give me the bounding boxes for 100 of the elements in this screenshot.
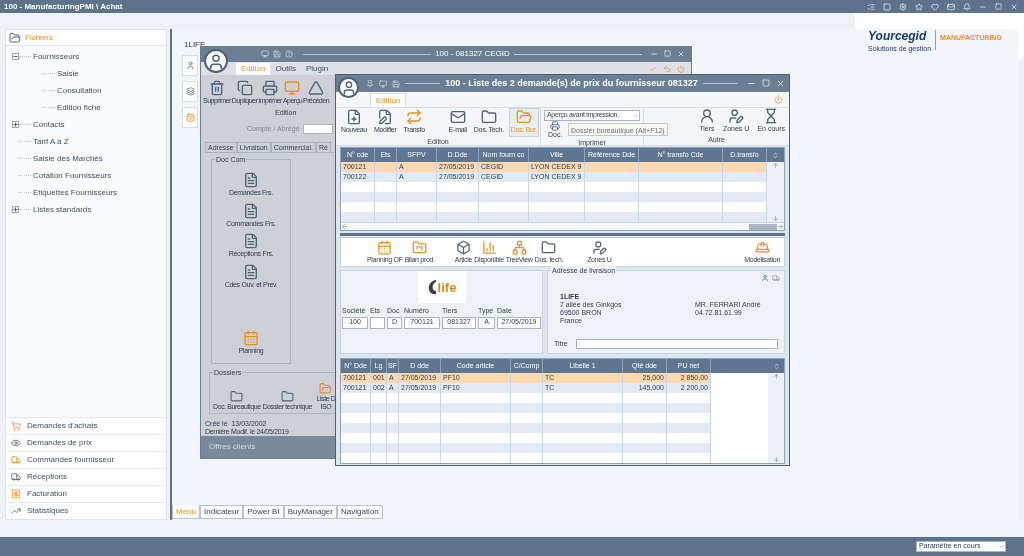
scroll-down-icon [772,215,779,222]
edit-file-icon [377,109,394,125]
bar-chart-icon [481,239,497,255]
document-icon [243,202,259,219]
dropdown-icon [632,112,639,119]
truck-icon [11,472,21,482]
star-icon [915,2,923,11]
module-item[interactable]: Facturation [6,485,166,502]
tab[interactable]: Navigation [337,505,383,519]
scrollbar-thumb[interactable] [749,223,777,230]
column-chooser-icon [772,151,779,159]
tab[interactable]: Indicateur [200,505,244,519]
box-icon [455,239,471,255]
module-item[interactable]: Demandes d'achats [6,417,166,434]
side-tile[interactable] [182,107,198,128]
expand-icon[interactable] [12,121,19,128]
vertical-scrollbar[interactable] [767,162,784,222]
tree-item[interactable]: Tarif A à Z [33,135,69,148]
tree-item[interactable]: Contacts [33,118,65,131]
printer-icon [262,80,279,97]
calendar-icon [377,239,393,255]
triangle-icon [308,80,325,97]
tab[interactable]: Outils [270,62,301,75]
folder-open-icon [515,109,532,125]
folder-icon [541,239,557,255]
collapse-icon[interactable] [12,53,19,60]
input-field[interactable] [370,316,385,329]
tab[interactable]: BuyManager [283,505,337,519]
scroll-left-icon [341,223,348,230]
folder-icon [412,239,428,255]
tree-item[interactable]: Saisie [57,67,79,80]
tree-item[interactable]: Cotation Fournisseurs [33,169,112,182]
check-icon [649,64,657,73]
close-icon [1010,2,1018,11]
user-edit-icon [591,239,607,255]
expand-icon[interactable] [12,206,19,213]
module-item[interactable]: Demandes de prix [6,434,166,451]
worker-icon [754,239,770,255]
eye-icon [11,438,21,448]
tree-item[interactable]: Consultation [57,84,102,97]
folder-icon [230,390,244,404]
trash-icon [208,80,225,97]
loop-icon [406,109,423,125]
checklist-icon [867,2,875,11]
cart-icon [11,421,21,431]
person-icon [185,61,195,70]
input-field[interactable] [302,124,333,135]
close-icon [776,79,785,88]
truck-icon [772,274,780,282]
column-chooser-icon [772,362,780,370]
module-item[interactable]: Statistiques [6,502,166,519]
document-icon [243,233,259,250]
brand-name: Yourcegid [868,30,928,42]
settings-icon [899,2,907,11]
tab[interactable]: Plugin [300,62,334,75]
tree-item[interactable]: Etiquettes Fournisseurs [33,186,118,199]
heart-icon [931,2,939,11]
monitor-icon [284,80,301,97]
tree-item[interactable]: Saisie des Marchés [33,152,103,165]
calendar-icon [243,330,259,347]
envelope-icon [449,109,466,125]
person-icon [698,108,715,124]
scroll-up-icon [772,373,780,380]
user-edit-icon [728,108,745,124]
folder-icon [280,390,294,404]
help-icon [285,50,293,59]
input-field[interactable] [575,338,778,349]
scroll-up-icon [772,162,779,169]
horizontal-scrollbar[interactable] [341,222,784,230]
maximize-icon [664,50,671,58]
folder-open-icon [9,31,21,44]
stack-icon [185,87,195,96]
module-item[interactable]: Réceptions [6,468,166,485]
calendar-icon [185,113,195,122]
tab[interactable]: Power BI [243,505,284,519]
scroll-down-icon [772,456,780,463]
save-icon [392,79,400,88]
side-tile[interactable] [182,81,198,102]
module-item[interactable]: Commandes fournisseur [6,451,166,468]
receipt-icon [11,489,21,499]
window-icon [883,2,891,11]
side-tile[interactable] [182,55,198,76]
dropdown-icon [998,543,1005,550]
vertical-scrollbar[interactable] [768,373,784,463]
truck-icon [11,455,21,465]
printer-icon [550,121,561,131]
tree-icon [511,239,527,255]
pin-icon [366,79,374,88]
tree-item[interactable]: Listes standards [33,203,92,216]
monitor-icon [379,79,387,88]
copy-icon [236,80,253,97]
close-icon [677,50,685,59]
window-title: 100 - Liste des 2 demande(s) de prix du fournisseur 081327 [445,76,698,90]
folder-icon [480,109,497,125]
maximize-icon [995,3,1002,10]
scroll-right-icon [777,223,784,230]
tree-item[interactable]: Edition fiche [57,101,101,114]
tree-item[interactable]: Fournisseurs [33,50,80,63]
trend-icon [11,506,21,516]
monitor-icon [261,50,269,59]
